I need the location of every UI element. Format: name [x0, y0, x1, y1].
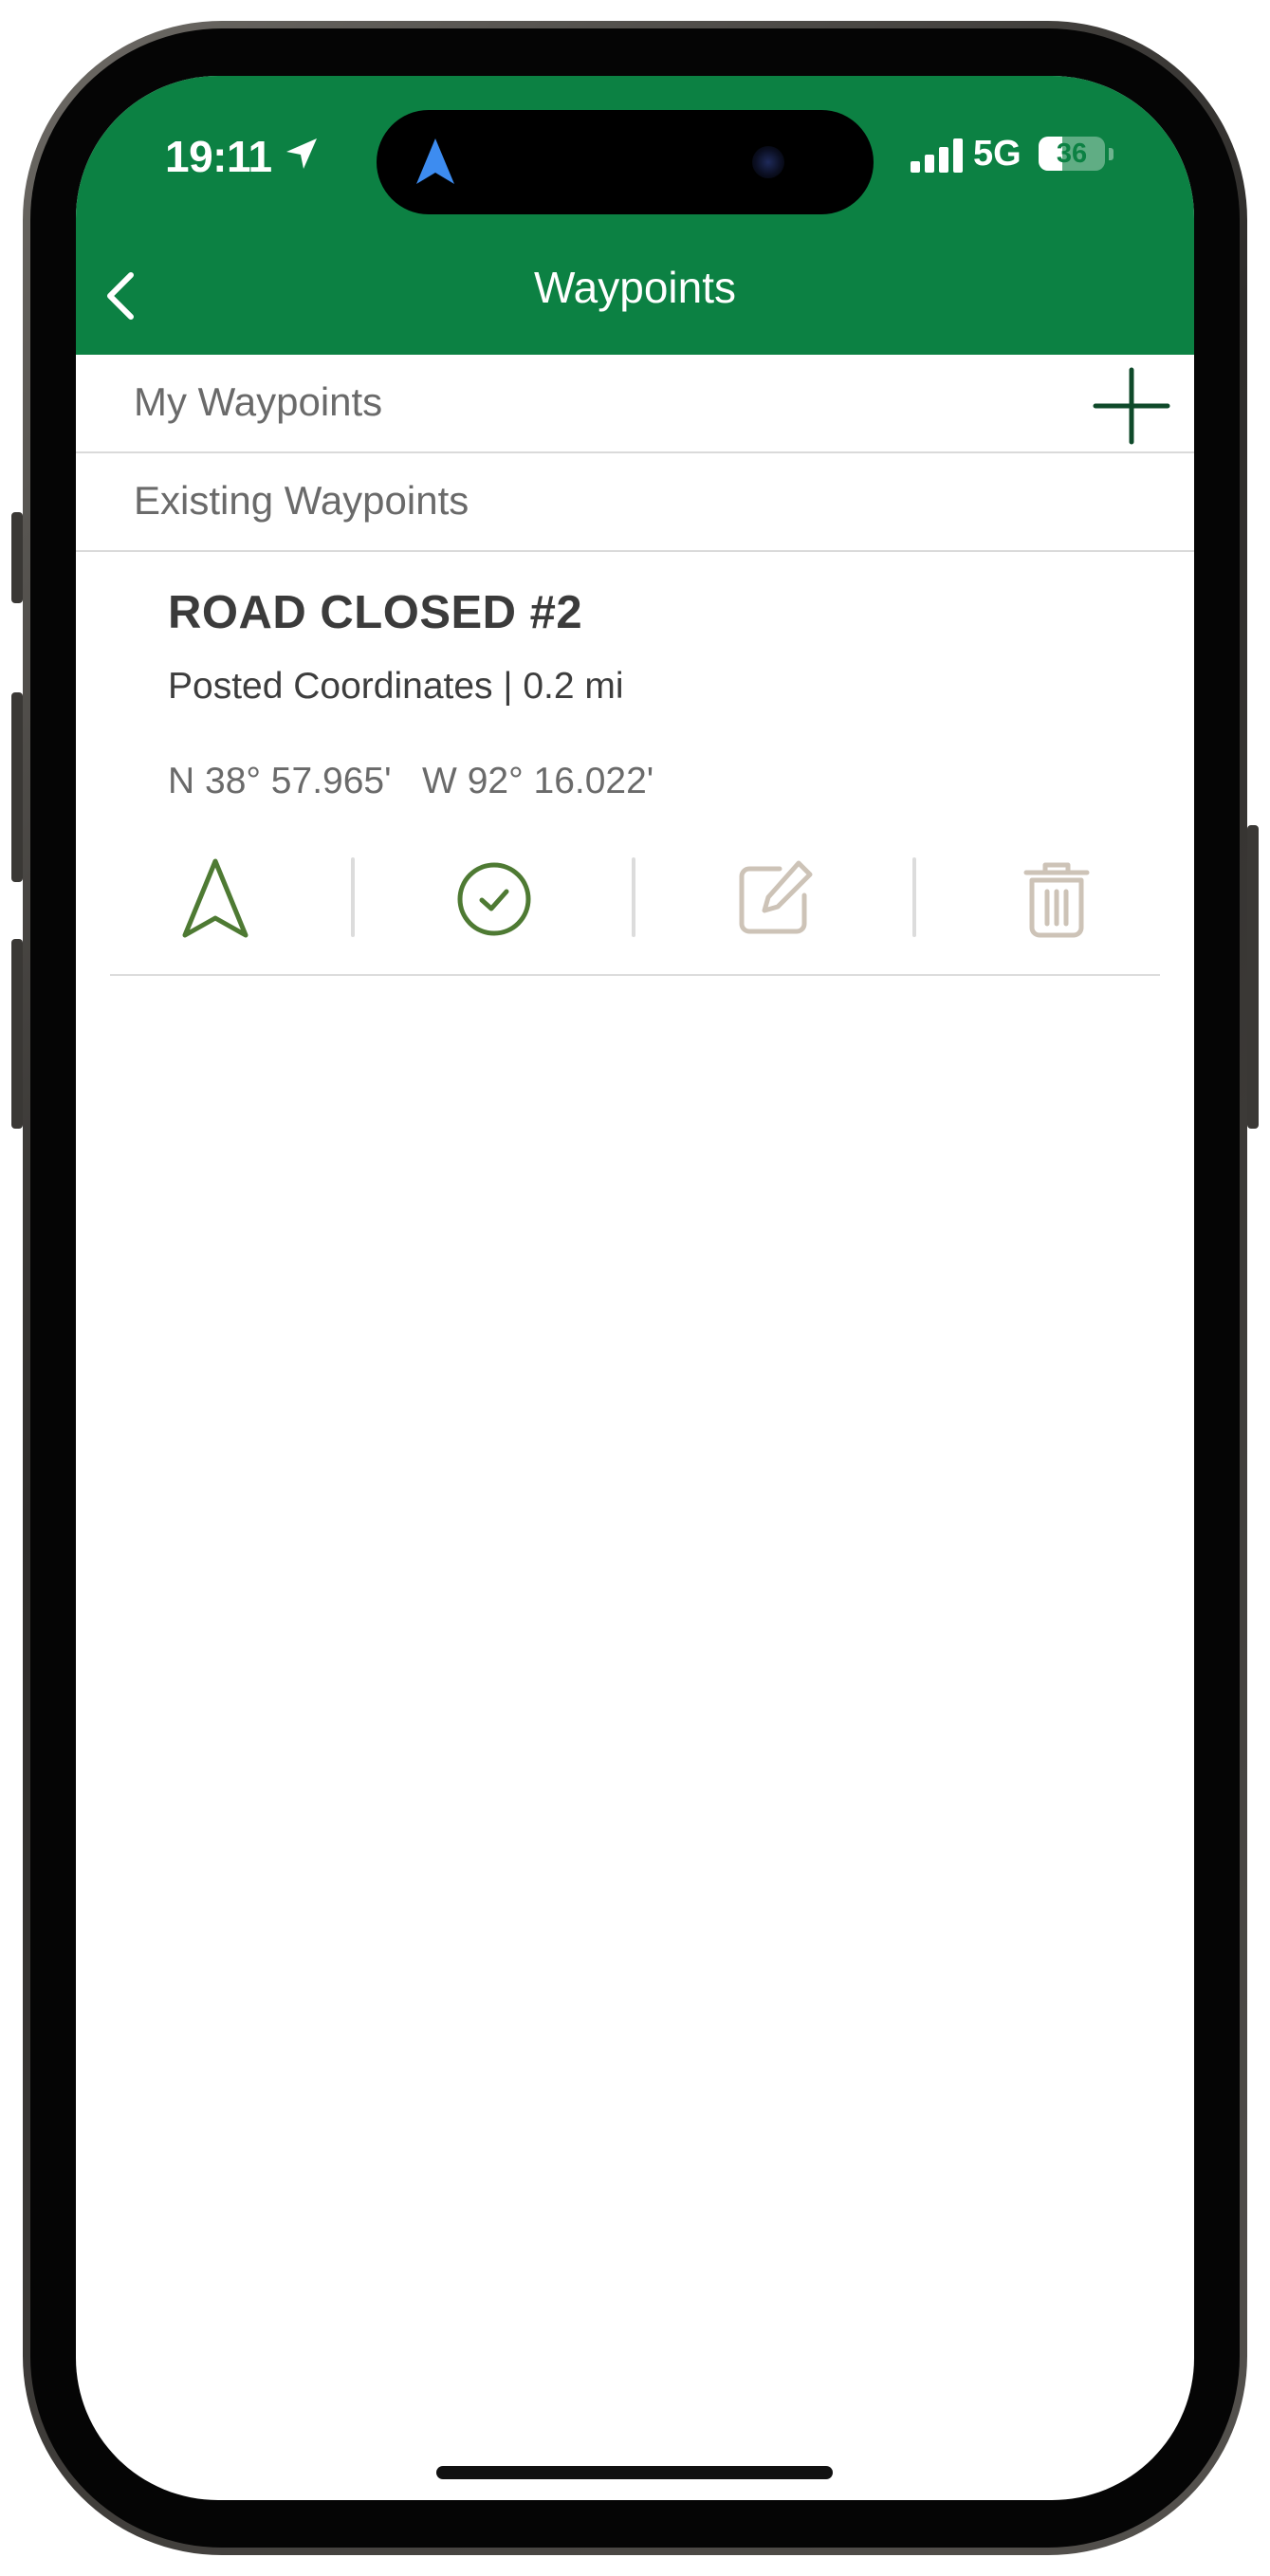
my-waypoints-label: My Waypoints	[134, 379, 383, 424]
home-indicator[interactable]	[436, 2466, 833, 2479]
battery-level: 36	[1056, 138, 1088, 169]
network-type: 5G	[973, 134, 1022, 174]
waypoint-coordinates: N 38° 57.965' W 92° 16.022'	[168, 761, 654, 801]
power-button	[1247, 825, 1259, 1129]
signal-strength-icon	[911, 138, 963, 173]
app-header: 19:11 5G 36 Waypoints	[76, 76, 1194, 355]
battery-cap	[1109, 148, 1114, 160]
action-divider	[351, 857, 355, 937]
edit-icon[interactable]	[728, 854, 819, 945]
action-divider	[632, 857, 635, 937]
waypoint-name: ROAD CLOSED #2	[168, 587, 583, 638]
list-item-separator	[110, 974, 1160, 976]
check-circle-icon[interactable]	[449, 854, 540, 945]
dynamic-island	[377, 110, 874, 214]
location-arrow-icon	[286, 138, 317, 169]
existing-waypoints-row: Existing Waypoints	[76, 453, 1194, 552]
battery-icon: 36	[1039, 137, 1105, 171]
front-camera	[752, 146, 784, 178]
navigation-arrow-icon[interactable]	[170, 854, 261, 945]
volume-down-button	[11, 939, 23, 1129]
action-divider	[912, 857, 916, 937]
volume-up-button	[11, 692, 23, 882]
my-waypoints-row: My Waypoints	[76, 355, 1194, 453]
waypoint-subtitle: Posted Coordinates | 0.2 mi	[168, 666, 624, 707]
app-screen: 19:11 5G 36 Waypoints My Waypoints Exist…	[76, 76, 1194, 2500]
existing-waypoints-label: Existing Waypoints	[134, 478, 469, 523]
action-button	[11, 512, 23, 603]
page-title: Waypoints	[533, 263, 737, 312]
trash-icon[interactable]	[1011, 854, 1102, 945]
status-time: 19:11	[165, 132, 272, 181]
plus-icon[interactable]	[1092, 366, 1171, 446]
navigation-active-icon	[416, 138, 454, 184]
